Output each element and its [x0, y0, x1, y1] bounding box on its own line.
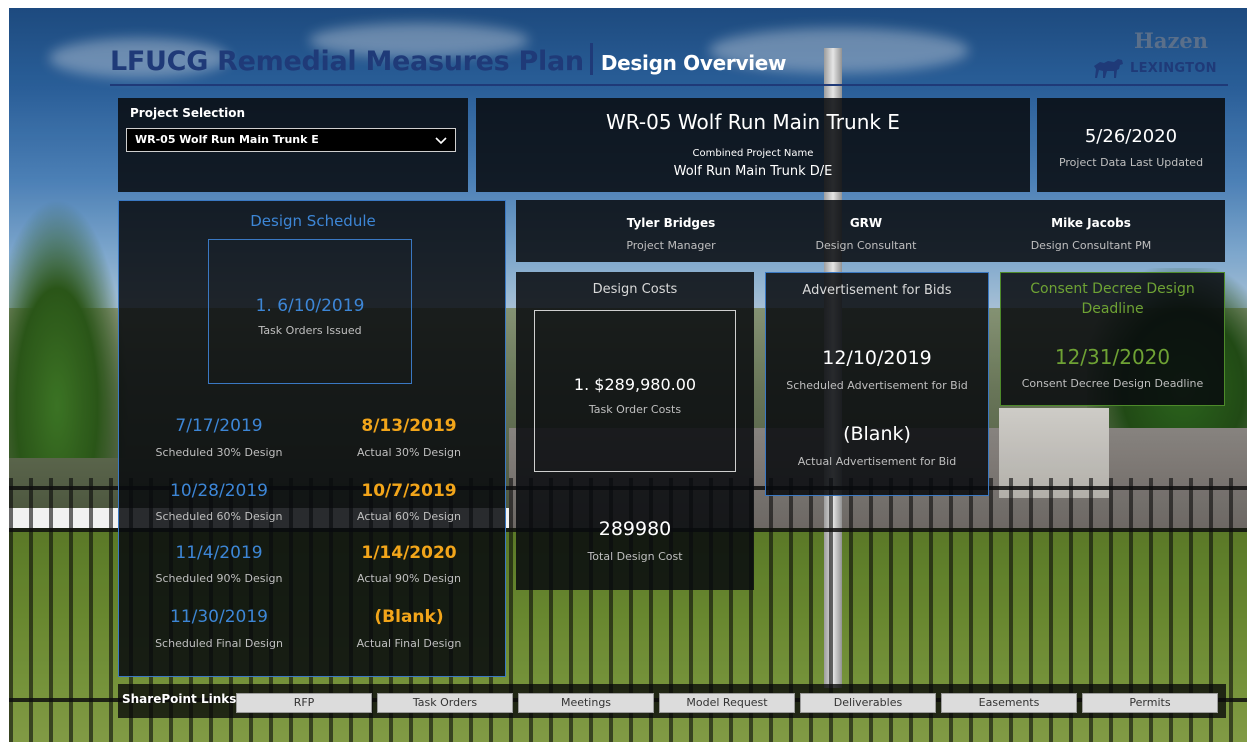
actual-advertisement-label: Actual Advertisement for Bid — [797, 455, 957, 468]
scheduled-advertisement-value: 12/10/2019 — [822, 347, 932, 369]
project-name-card: WR-05 Wolf Run Main Trunk E Combined Pro… — [476, 98, 1030, 192]
task-orders-box: 1. 6/10/2019 Task Orders Issued — [208, 239, 412, 384]
last-updated-label: Project Data Last Updated — [1058, 156, 1204, 169]
lexington-logo-text: LEXINGTON — [1130, 60, 1217, 76]
actual-60-label: Actual 60% Design — [357, 510, 461, 523]
sharepoint-link-rfp[interactable]: RFP — [236, 693, 372, 713]
task-order-costs-label: Task Order Costs — [588, 403, 682, 416]
scheduled-30-value: 7/17/2019 — [175, 416, 263, 436]
scheduled-final-value: 11/30/2019 — [170, 607, 268, 627]
actual-final-label: Actual Final Design — [356, 637, 462, 650]
sharepoint-link-deliverables[interactable]: Deliverables — [800, 693, 936, 713]
project-people-panel: Tyler Bridges Project Manager GRW Design… — [516, 200, 1225, 262]
project-selection-dropdown[interactable]: WR-05 Wolf Run Main Trunk E — [126, 128, 456, 152]
project-selection-label: Project Selection — [130, 106, 246, 120]
design-schedule-panel: Design Schedule 1. 6/10/2019 Task Orders… — [118, 200, 506, 677]
sharepoint-link-meetings[interactable]: Meetings — [518, 693, 654, 713]
combined-project-value: Wolf Run Main Trunk D/E — [673, 164, 833, 179]
total-design-cost-label: Total Design Cost — [587, 550, 683, 563]
design-costs-panel: Design Costs 1. $289,980.00 Task Order C… — [516, 272, 754, 590]
task-order-costs-box: 1. $289,980.00 Task Order Costs — [534, 310, 736, 472]
scheduled-advertisement-label: Scheduled Advertisement for Bid — [786, 379, 968, 392]
design-costs-title: Design Costs — [592, 282, 678, 297]
consent-decree-label: Consent Decree Design Deadline — [1021, 377, 1204, 390]
header-divider — [110, 84, 1228, 86]
design-consultant-pm-role: Design Consultant PM — [1030, 239, 1152, 252]
design-consultant-name: GRW — [849, 216, 883, 230]
task-orders-label: Task Orders Issued — [258, 324, 362, 337]
actual-60-value: 10/7/2019 — [361, 481, 457, 501]
actual-30-value: 8/13/2019 — [361, 416, 457, 436]
page-subtitle: Design Overview — [600, 51, 787, 75]
horse-icon — [1094, 59, 1123, 78]
actual-final-value: (Blank) — [374, 607, 444, 627]
last-updated-card: 5/26/2020 Project Data Last Updated — [1037, 98, 1225, 192]
actual-90-value: 1/14/2020 — [361, 543, 457, 563]
advertisement-panel: Advertisement for Bids 12/10/2019 Schedu… — [765, 272, 989, 496]
scheduled-60-label: Scheduled 60% Design — [155, 510, 283, 523]
project-name: WR-05 Wolf Run Main Trunk E — [606, 110, 900, 134]
scheduled-30-label: Scheduled 30% Design — [155, 446, 283, 459]
actual-90-label: Actual 90% Design — [357, 572, 461, 585]
scheduled-final-label: Scheduled Final Design — [155, 637, 283, 650]
design-schedule-title: Design Schedule — [250, 212, 376, 230]
consent-decree-value: 12/31/2020 — [1054, 345, 1171, 369]
actual-30-label: Actual 30% Design — [357, 446, 461, 459]
total-design-cost-value: 289980 — [598, 518, 672, 540]
page-title-text: LFUCG Remedial Measures Plan — [110, 46, 584, 77]
actual-advertisement-value: (Blank) — [843, 423, 911, 445]
sharepoint-link-task-orders[interactable]: Task Orders — [377, 693, 513, 713]
project-selection-value: WR-05 Wolf Run Main Trunk E — [135, 133, 319, 146]
sharepoint-link-easements[interactable]: Easements — [941, 693, 1077, 713]
task-order-costs-value: 1. $289,980.00 — [573, 375, 697, 394]
title-divider — [589, 43, 593, 75]
scheduled-90-label: Scheduled 90% Design — [155, 572, 283, 585]
consent-decree-panel: Consent Decree Design Deadline 12/31/202… — [1000, 272, 1225, 406]
hazen-logo: Hazen — [1134, 28, 1209, 53]
project-selection-panel: Project Selection WR-05 Wolf Run Main Tr… — [118, 98, 468, 192]
consent-decree-title-line2: Deadline — [1081, 301, 1144, 317]
scheduled-90-value: 11/4/2019 — [175, 543, 263, 563]
sharepoint-link-permits[interactable]: Permits — [1082, 693, 1218, 713]
combined-project-label: Combined Project Name — [692, 148, 814, 159]
task-orders-value: 1. 6/10/2019 — [255, 296, 365, 316]
advertisement-title: Advertisement for Bids — [802, 283, 952, 298]
sharepoint-links-label: SharePoint Links — [122, 692, 237, 706]
page-title: LFUCG Remedial Measures Plan Design Overv… — [110, 43, 787, 77]
design-consultant-pm-name: Mike Jacobs — [1051, 216, 1131, 230]
scheduled-60-value: 10/28/2019 — [170, 481, 268, 501]
sharepoint-links-bar: SharePoint Links RFP Task Orders Meeting… — [118, 684, 1226, 718]
consent-decree-title-line1: Consent Decree Design — [1030, 281, 1195, 297]
design-consultant-role: Design Consultant — [815, 239, 917, 252]
lexington-logo: LEXINGTON — [1092, 56, 1217, 80]
chevron-down-icon — [435, 137, 447, 145]
sharepoint-link-model-request[interactable]: Model Request — [659, 693, 795, 713]
last-updated-date: 5/26/2020 — [1084, 126, 1178, 147]
